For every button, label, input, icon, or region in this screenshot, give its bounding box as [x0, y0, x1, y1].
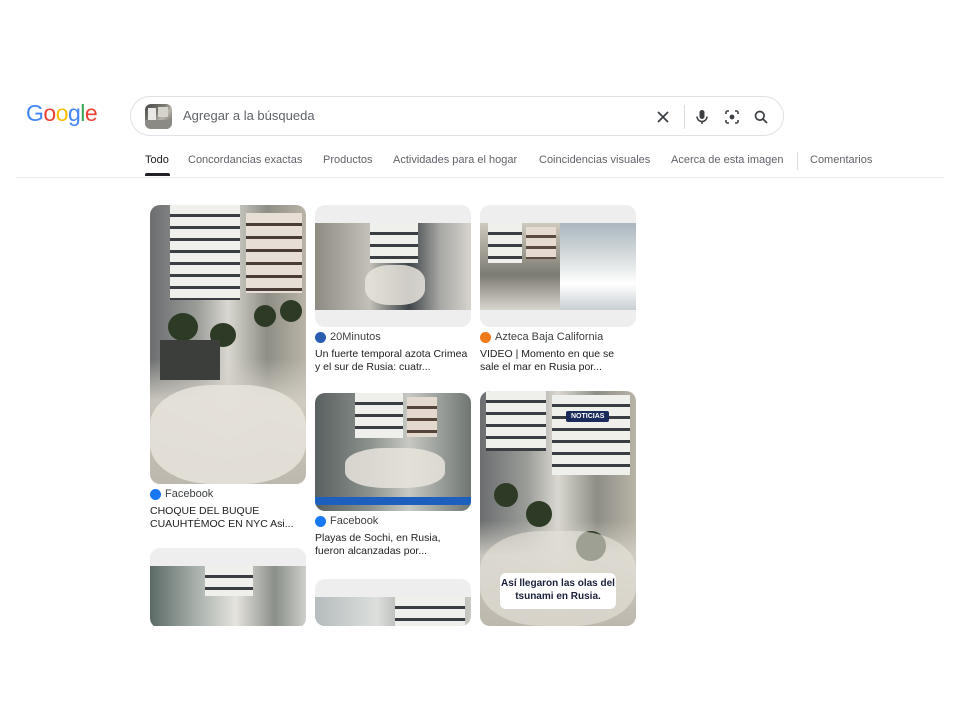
close-icon[interactable]	[652, 106, 674, 128]
logo-letter: e	[84, 100, 98, 126]
noticias-badge: NOTICIAS	[566, 411, 610, 422]
azteca-icon	[480, 331, 491, 343]
video-caption-overlay: Así llegaron las olas del tsunami en Rus…	[500, 573, 616, 609]
search-icon[interactable]	[750, 106, 772, 128]
search-divider	[684, 105, 685, 129]
result-card[interactable]: NOTICIAS Así llegaron las olas del tsuna…	[480, 391, 636, 626]
source-name: Facebook	[165, 488, 214, 500]
google-logo[interactable]: Google	[26, 100, 98, 127]
result-thumbnail[interactable]	[315, 205, 471, 327]
result-card[interactable]	[150, 548, 306, 626]
search-image-thumbnail[interactable]	[145, 104, 172, 129]
logo-letter: G	[26, 100, 44, 126]
result-title[interactable]: CHOQUE DEL BUQUE CUAUHTÉMOC EN NYC Asi..…	[150, 505, 306, 531]
result-card[interactable]: Facebook CHOQUE DEL BUQUE CUAUHTÉMOC EN …	[150, 205, 306, 531]
logo-letter: o	[43, 100, 56, 126]
result-card[interactable]: Facebook Playas de Sochi, en Rusia, fuer…	[315, 393, 471, 558]
logo-letter: o	[55, 100, 69, 126]
source-name: Facebook	[330, 515, 379, 527]
result-card[interactable]: 20Minutos Un fuerte temporal azota Crime…	[315, 205, 471, 374]
result-card[interactable]: Azteca Baja California VIDEO | Momento e…	[480, 205, 636, 374]
result-source[interactable]: 20Minutos	[315, 331, 471, 343]
tab-concordancias-exactas[interactable]: Concordancias exactas	[188, 154, 302, 166]
tab-actividades-para-el-hogar[interactable]: Actividades para el hogar	[393, 154, 517, 166]
result-card[interactable]	[315, 579, 471, 626]
visual-matches-grid: Facebook CHOQUE DEL BUQUE CUAUHTÉMOC EN …	[150, 205, 636, 626]
tv-banner	[315, 497, 471, 505]
result-source[interactable]: Facebook	[315, 515, 471, 527]
20minutos-icon	[315, 331, 326, 343]
tab-productos[interactable]: Productos	[323, 154, 373, 166]
result-thumbnail[interactable]	[480, 205, 636, 327]
logo-letter: g	[67, 100, 81, 126]
facebook-icon	[150, 488, 161, 500]
lens-icon[interactable]	[721, 106, 743, 128]
search-bar[interactable]: Agregar a la búsqueda	[130, 96, 784, 136]
tab-acerca-de-esta-imagen[interactable]: Acerca de esta imagen	[671, 154, 784, 166]
header-divider	[16, 177, 944, 178]
result-source[interactable]: Facebook	[150, 488, 306, 500]
tab-separator	[797, 152, 798, 170]
tab-todo[interactable]: Todo	[145, 154, 169, 166]
mic-icon[interactable]	[691, 106, 713, 128]
facebook-icon	[315, 515, 326, 527]
result-title[interactable]: VIDEO | Momento en que se sale el mar en…	[480, 348, 636, 374]
result-thumbnail[interactable]	[150, 205, 306, 484]
search-input[interactable]: Agregar a la búsqueda	[183, 108, 315, 123]
source-name: 20Minutos	[330, 331, 381, 343]
result-title[interactable]: Playas de Sochi, en Rusia, fueron alcanz…	[315, 532, 471, 558]
result-title[interactable]: Un fuerte temporal azota Crimea y el sur…	[315, 348, 471, 374]
active-tab-indicator	[145, 173, 170, 176]
tab-coincidencias-visuales[interactable]: Coincidencias visuales	[539, 154, 650, 166]
result-source[interactable]: Azteca Baja California	[480, 331, 636, 343]
result-thumbnail[interactable]: NOTICIAS Así llegaron las olas del tsuna…	[480, 391, 636, 626]
result-thumbnail[interactable]	[315, 579, 471, 626]
result-thumbnail[interactable]	[315, 393, 471, 511]
source-name: Azteca Baja California	[495, 331, 604, 343]
tab-comentarios[interactable]: Comentarios	[810, 154, 872, 166]
result-thumbnail[interactable]	[150, 548, 306, 626]
